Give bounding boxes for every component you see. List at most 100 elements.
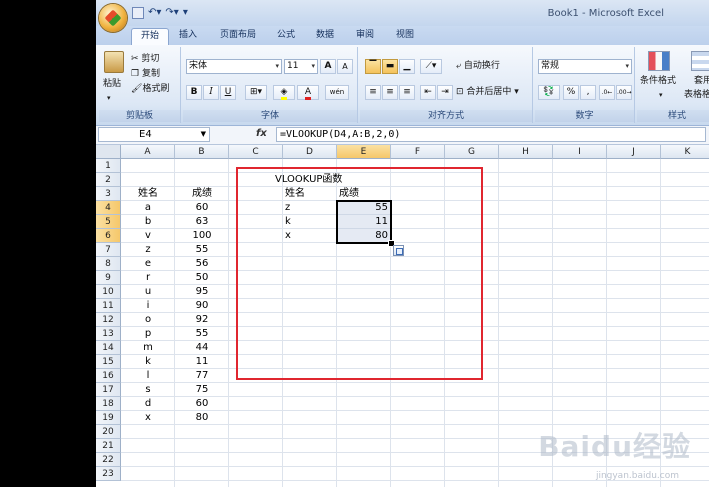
decrease-decimal-button[interactable]: .00→ — [616, 85, 632, 100]
column-header-d[interactable]: D — [283, 145, 337, 159]
cell-name[interactable]: k — [121, 355, 175, 369]
cell-name[interactable]: z — [121, 243, 175, 257]
row-header-19[interactable]: 19 — [96, 411, 121, 425]
row-header-9[interactable]: 9 — [96, 271, 121, 285]
cell-name[interactable]: v — [121, 229, 175, 243]
tab-home[interactable]: 开始 — [131, 28, 169, 45]
cell-name[interactable]: e — [121, 257, 175, 271]
font-color-button[interactable]: A — [297, 85, 319, 100]
column-header-j[interactable]: J — [607, 145, 661, 159]
cell-score[interactable]: 50 — [175, 271, 229, 285]
tab-review[interactable]: 审阅 — [351, 28, 379, 45]
column-header-i[interactable]: I — [553, 145, 607, 159]
cell-name[interactable]: r — [121, 271, 175, 285]
format-as-table-button[interactable]: 套用 — [694, 75, 709, 88]
phonetic-button[interactable]: wén — [325, 85, 349, 100]
column-header-c[interactable]: C — [229, 145, 283, 159]
increase-decimal-button[interactable]: .0← — [599, 85, 615, 100]
column-header-h[interactable]: H — [499, 145, 553, 159]
tab-view[interactable]: 视图 — [391, 28, 419, 45]
row-header-11[interactable]: 11 — [96, 299, 121, 313]
percent-button[interactable]: % — [563, 85, 579, 100]
row-header-13[interactable]: 13 — [96, 327, 121, 341]
font-size-select[interactable]: 11 ▾ — [284, 59, 318, 74]
row-header-12[interactable]: 12 — [96, 313, 121, 327]
underline-button[interactable]: U — [220, 85, 236, 100]
row-header-15[interactable]: 15 — [96, 355, 121, 369]
row-header-17[interactable]: 17 — [96, 383, 121, 397]
row-header-20[interactable]: 20 — [96, 425, 121, 439]
merge-center-button[interactable]: ⊡ 合并后居中 ▾ — [456, 86, 519, 99]
conditional-format-button[interactable]: 条件格式 — [640, 75, 676, 88]
align-center-button[interactable]: ≡ — [382, 85, 398, 100]
row-header-14[interactable]: 14 — [96, 341, 121, 355]
align-right-button[interactable]: ≡ — [399, 85, 415, 100]
select-all-corner[interactable] — [96, 145, 121, 159]
cell-name[interactable]: m — [121, 341, 175, 355]
tab-page-layout[interactable]: 页面布局 — [213, 28, 263, 45]
column-header-k[interactable]: K — [661, 145, 709, 159]
italic-button[interactable]: I — [203, 85, 219, 100]
office-button[interactable] — [99, 4, 127, 32]
font-name-select[interactable]: 宋体 ▾ — [186, 59, 282, 74]
row-header-3[interactable]: 3 — [96, 187, 121, 201]
border-button[interactable]: ⊞▾ — [245, 85, 267, 100]
tab-data[interactable]: 数据 — [311, 28, 339, 45]
row-header-18[interactable]: 18 — [96, 397, 121, 411]
cell-name[interactable]: o — [121, 313, 175, 327]
format-painter-button[interactable]: 🖌格式刷 — [131, 83, 169, 96]
grow-font-button[interactable]: A — [320, 59, 336, 74]
cell-score[interactable]: 90 — [175, 299, 229, 313]
cell-name[interactable]: b — [121, 215, 175, 229]
column-header-b[interactable]: B — [175, 145, 229, 159]
copy-button[interactable]: ❐ 复制 — [131, 68, 160, 81]
number-format-select[interactable]: 常规 ▾ — [538, 59, 632, 74]
cell-score[interactable]: 80 — [175, 411, 229, 425]
align-bottom-button[interactable]: ▁ — [399, 59, 415, 74]
cell-name[interactable]: u — [121, 285, 175, 299]
cell-score[interactable]: 60 — [175, 397, 229, 411]
orientation-button[interactable]: ⟋▾ — [420, 59, 442, 74]
row-header-10[interactable]: 10 — [96, 285, 121, 299]
cell-a3[interactable]: 姓名 — [121, 187, 175, 201]
shrink-font-button[interactable]: A — [337, 59, 353, 74]
tab-insert[interactable]: 插入 — [173, 28, 203, 45]
cell-name[interactable]: a — [121, 201, 175, 215]
cell-score[interactable]: 100 — [175, 229, 229, 243]
paste-button[interactable]: 粘贴 — [103, 78, 121, 91]
customize-qat-icon[interactable]: ▾ — [183, 7, 188, 19]
cell-name[interactable]: p — [121, 327, 175, 341]
row-header-5[interactable]: 5 — [96, 215, 121, 229]
cell-score[interactable]: 95 — [175, 285, 229, 299]
conditional-format-dropdown-icon[interactable]: ▾ — [659, 89, 663, 102]
cell-score[interactable]: 44 — [175, 341, 229, 355]
paste-dropdown-icon[interactable]: ▾ — [107, 92, 111, 105]
row-header-7[interactable]: 7 — [96, 243, 121, 257]
currency-button[interactable]: 💱 — [538, 85, 560, 100]
row-header-23[interactable]: 23 — [96, 467, 121, 481]
column-header-f[interactable]: F — [391, 145, 445, 159]
align-middle-button[interactable]: ▬ — [382, 59, 398, 74]
name-box[interactable]: E4 ▼ — [98, 127, 210, 142]
wrap-text-button[interactable]: ⤶ 自动换行 — [456, 60, 500, 73]
cut-button[interactable]: ✂ 剪切 — [131, 53, 159, 66]
align-left-button[interactable]: ≡ — [365, 85, 381, 100]
undo-icon[interactable]: ↶▾ — [148, 7, 161, 19]
row-header-4[interactable]: 4 — [96, 201, 121, 215]
cell-score[interactable]: 63 — [175, 215, 229, 229]
cell-score[interactable]: 60 — [175, 201, 229, 215]
cell-name[interactable]: l — [121, 369, 175, 383]
align-top-button[interactable]: ▔ — [365, 59, 381, 74]
bold-button[interactable]: B — [186, 85, 202, 100]
cell-score[interactable]: 92 — [175, 313, 229, 327]
decrease-indent-button[interactable]: ⇤ — [420, 85, 436, 100]
row-header-21[interactable]: 21 — [96, 439, 121, 453]
column-header-e[interactable]: E — [337, 145, 391, 159]
cell-score[interactable]: 55 — [175, 327, 229, 341]
formula-input[interactable]: =VLOOKUP(D4,A:B,2,0) — [276, 127, 706, 142]
tab-formulas[interactable]: 公式 — [272, 28, 300, 45]
column-header-g[interactable]: G — [445, 145, 499, 159]
comma-button[interactable]: , — [580, 85, 596, 100]
redo-icon[interactable]: ↷▾ — [165, 7, 178, 19]
cell-name[interactable]: x — [121, 411, 175, 425]
